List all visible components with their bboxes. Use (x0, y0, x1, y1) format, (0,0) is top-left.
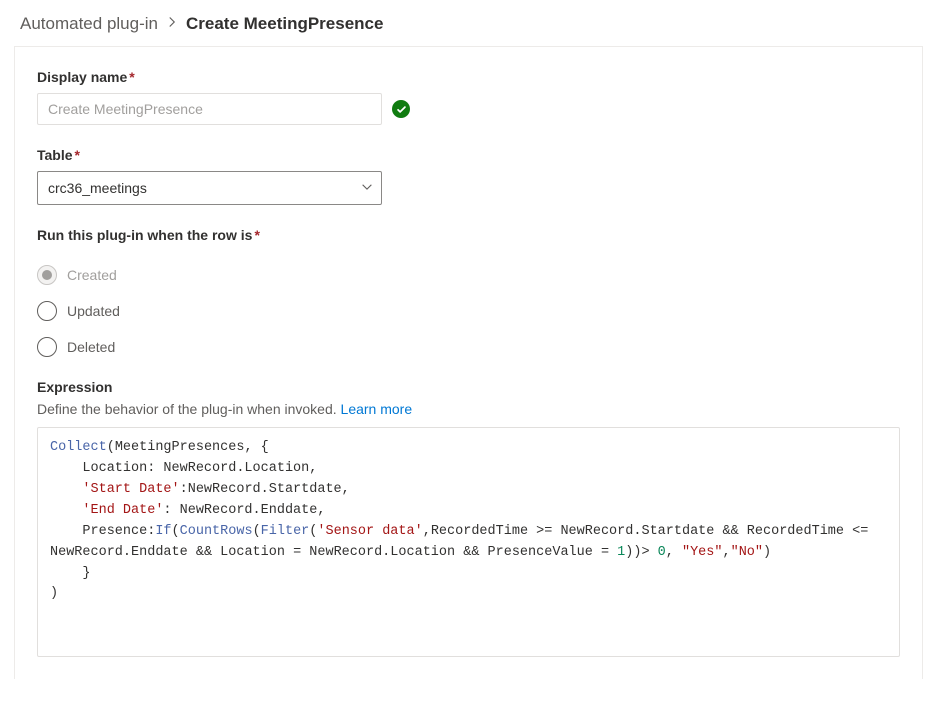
table-select[interactable]: crc36_meetings (37, 171, 382, 205)
field-expression: Expression Define the behavior of the pl… (37, 379, 900, 657)
code-token: 'Start Date' (82, 482, 179, 497)
table-label: Table* (37, 147, 80, 163)
learn-more-link[interactable]: Learn more (341, 401, 413, 417)
code-token: NewRecord.Startdate (188, 482, 342, 497)
run-when-label: Run this plug-in when the row is* (37, 227, 260, 243)
code-token: RecordedTime >= NewRecord.Startdate (431, 524, 715, 539)
code-token: 'End Date' (82, 503, 163, 518)
field-table: Table* crc36_meetings (37, 147, 900, 205)
chevron-right-icon (166, 15, 178, 33)
expression-subtext: Define the behavior of the plug-in when … (37, 401, 900, 417)
code-token: MeetingPresences (115, 440, 245, 455)
breadcrumb-current: Create MeetingPresence (186, 14, 383, 34)
display-name-input[interactable] (37, 93, 382, 125)
code-token: CountRows (180, 524, 253, 539)
code-token: Collect (50, 440, 107, 455)
radio-icon (37, 337, 57, 357)
field-run-when: Run this plug-in when the row is* Create… (37, 227, 900, 357)
code-token: PresenceValue = (488, 545, 618, 560)
radio-icon (37, 265, 57, 285)
radio-option-created[interactable]: Created (37, 265, 900, 285)
expression-heading: Expression (37, 379, 900, 395)
radio-label-updated: Updated (67, 303, 120, 319)
code-token: "Yes" (682, 545, 723, 560)
breadcrumb: Automated plug-in Create MeetingPresence (0, 0, 937, 46)
code-token: "No" (731, 545, 763, 560)
breadcrumb-parent[interactable]: Automated plug-in (20, 14, 158, 34)
form-panel: Display name* Table* crc36_meetings Run … (14, 46, 923, 679)
code-token: 'Sensor data' (317, 524, 422, 539)
code-token: Location (82, 461, 147, 476)
field-display-name: Display name* (37, 69, 900, 125)
table-select-value: crc36_meetings (48, 180, 147, 196)
code-token: NewRecord.Enddate (180, 503, 318, 518)
code-token: 0 (658, 545, 666, 560)
code-token: 1 (617, 545, 625, 560)
run-when-radio-group: Created Updated Deleted (37, 265, 900, 357)
radio-icon (37, 301, 57, 321)
radio-label-deleted: Deleted (67, 339, 115, 355)
radio-option-updated[interactable]: Updated (37, 301, 900, 321)
code-token: If (155, 524, 171, 539)
code-token: NewRecord.Location (163, 461, 309, 476)
radio-label-created: Created (67, 267, 117, 283)
code-token: Presence (82, 524, 147, 539)
code-token: && (196, 545, 212, 560)
code-token: && (722, 524, 738, 539)
radio-option-deleted[interactable]: Deleted (37, 337, 900, 357)
code-token: Filter (261, 524, 310, 539)
code-token: Location = NewRecord.Location (220, 545, 455, 560)
code-token: && (463, 545, 479, 560)
code-token: > (641, 545, 657, 560)
display-name-label: Display name* (37, 69, 135, 85)
expression-editor[interactable]: Collect(MeetingPresences, { Location: Ne… (37, 427, 900, 657)
checkmark-success-icon (392, 100, 410, 118)
